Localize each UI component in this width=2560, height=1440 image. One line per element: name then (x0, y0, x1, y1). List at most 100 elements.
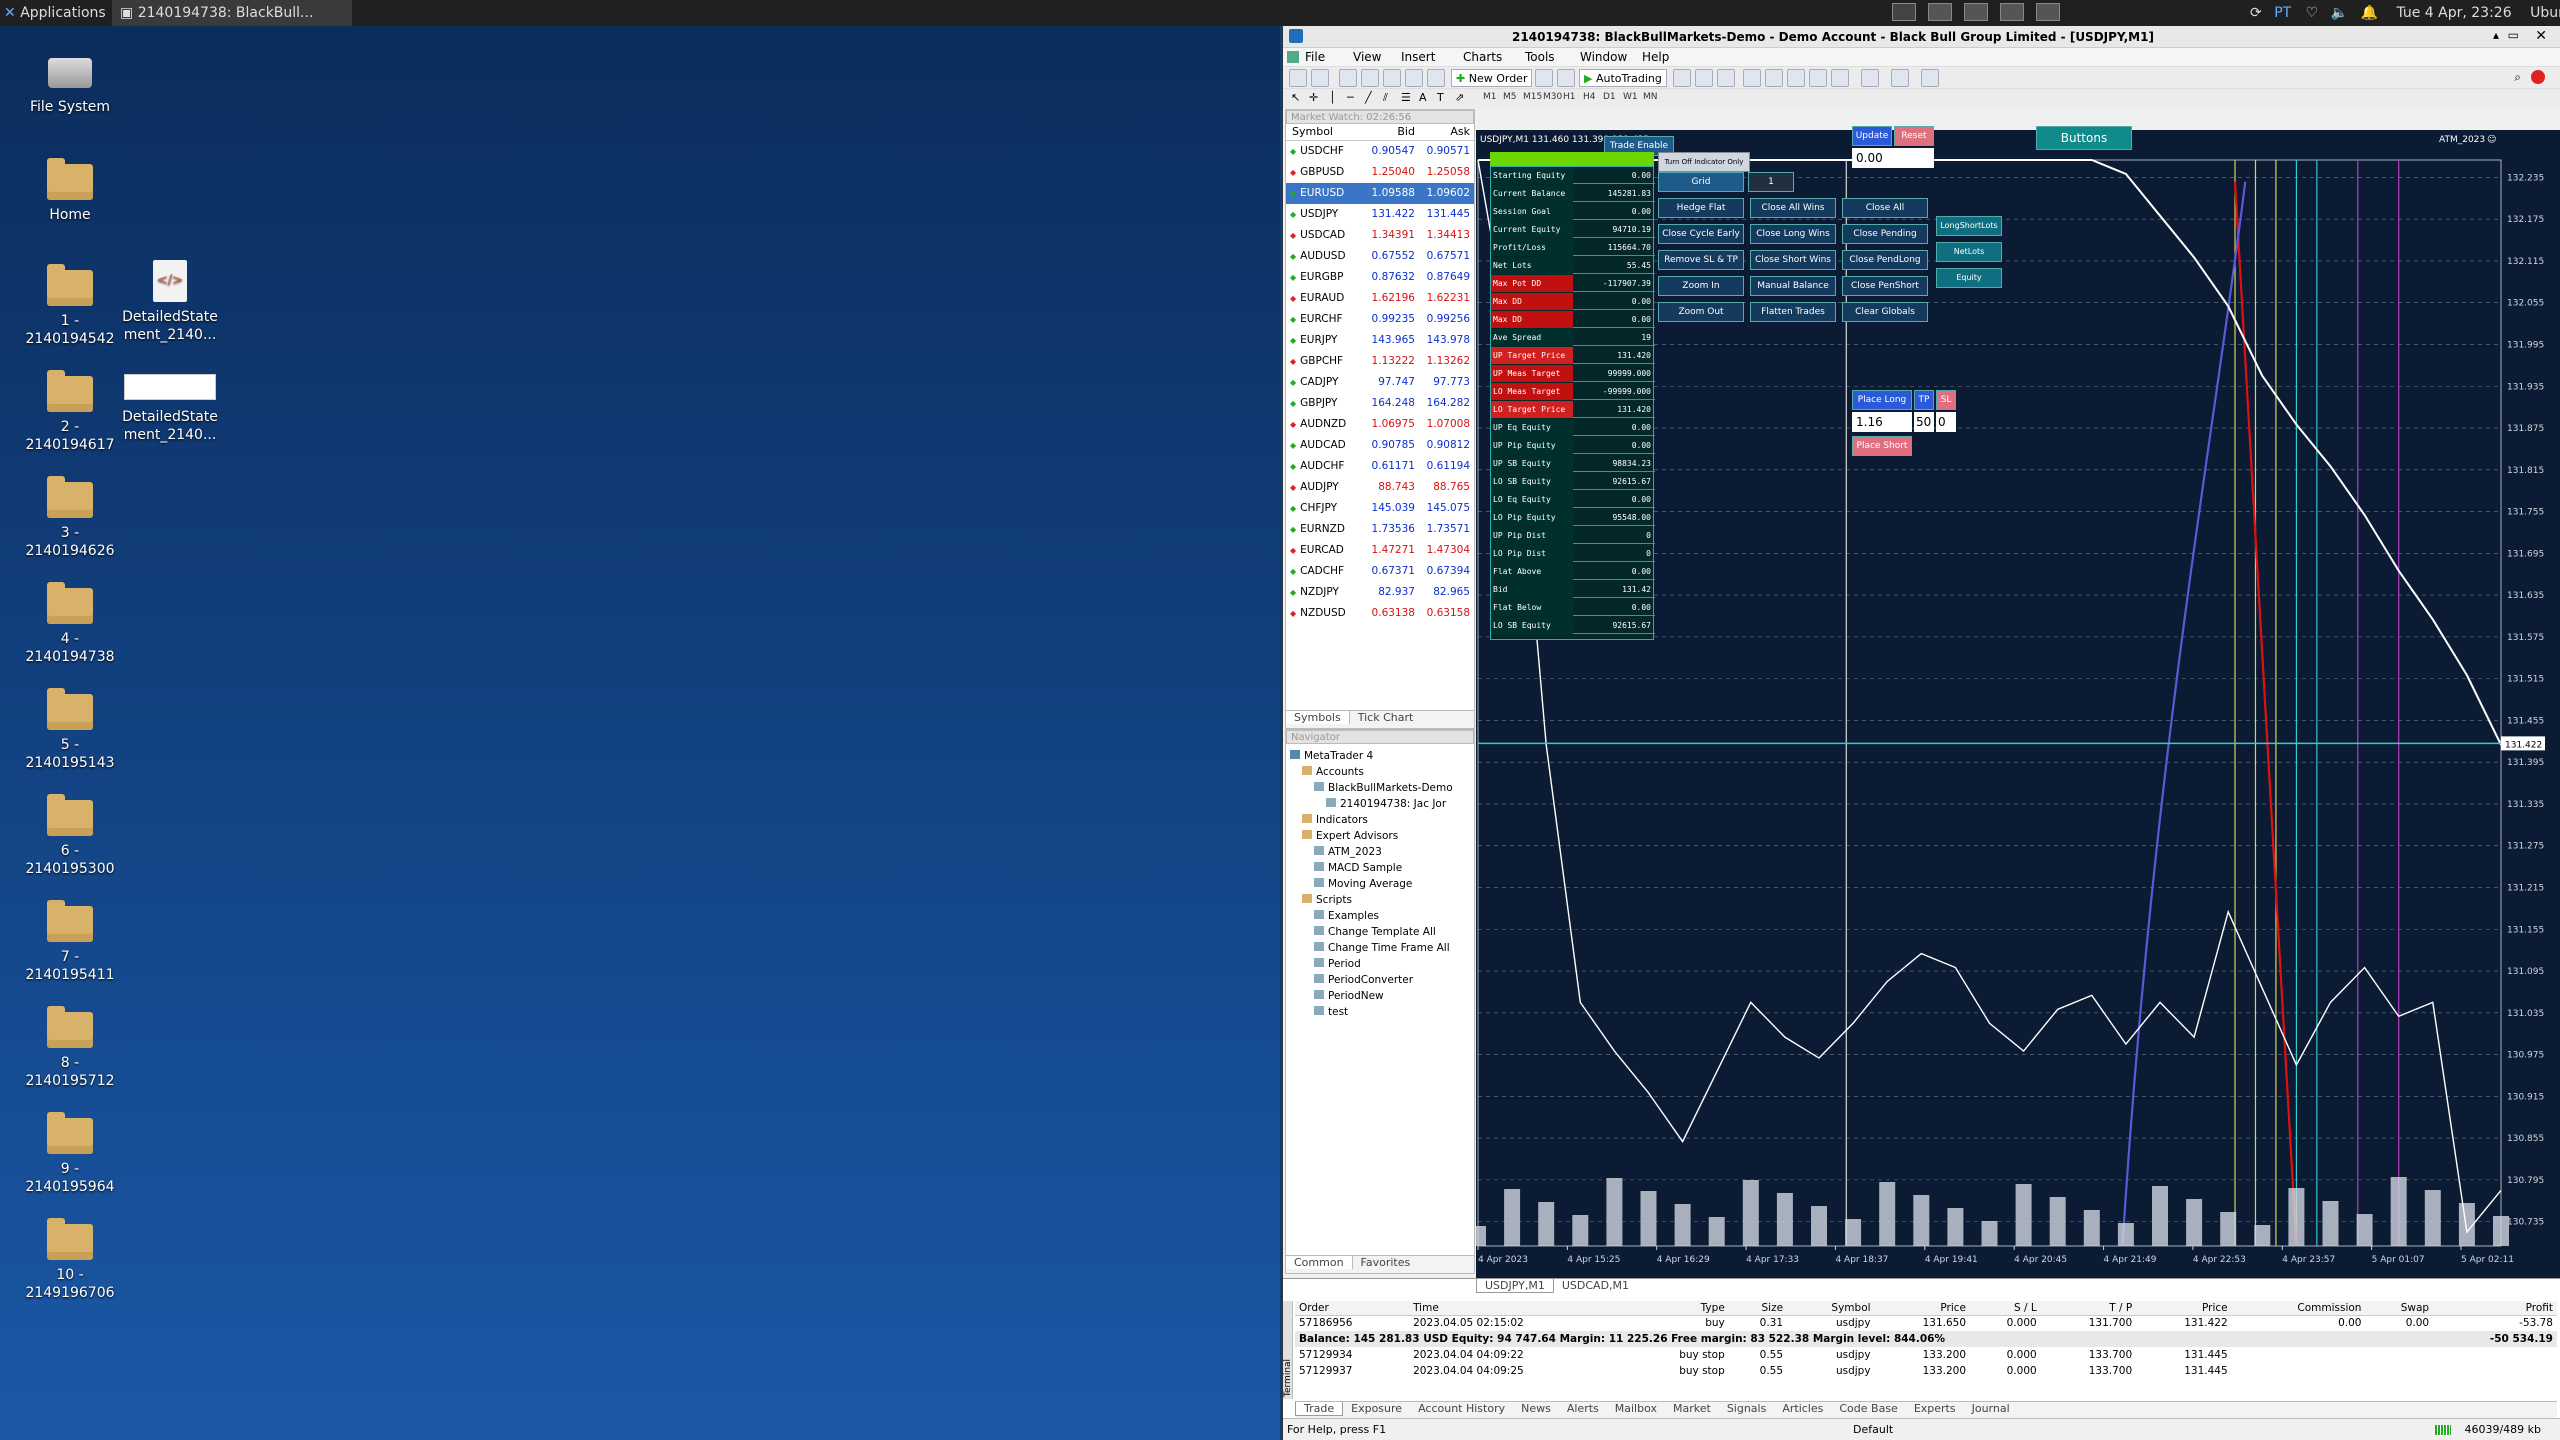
terminal-tab-mailbox[interactable]: Mailbox (1607, 1402, 1665, 1415)
workspace-5[interactable] (2036, 3, 2060, 21)
cursor-icon[interactable]: ↖ (1291, 91, 1300, 104)
autoscroll-icon[interactable] (1809, 69, 1827, 87)
workspace-switcher[interactable] (1886, 0, 2146, 26)
order-row[interactable]: 57129937 2023.04.04 04:09:25 buy stop 0.55 u… (1295, 1363, 2557, 1379)
market-watch-row[interactable]: ◆ EURJPY 143.965 143.978 (1286, 330, 1474, 351)
timeframe-m1[interactable]: M1 (1483, 92, 1497, 102)
place-long-button[interactable]: Place Long (1852, 390, 1912, 410)
search-icon[interactable]: ⌕ (2514, 70, 2521, 85)
navigator-item[interactable]: Period (1286, 956, 1474, 972)
ea-button[interactable]: Zoom In (1658, 276, 1744, 296)
zoom-in-icon[interactable] (1743, 69, 1761, 87)
orders-col-header[interactable]: Commission (2232, 1301, 2366, 1315)
market-watch-row[interactable]: ◆ AUDNZD 1.06975 1.07008 (1286, 414, 1474, 435)
ea-button[interactable]: Close Short Wins (1750, 250, 1836, 270)
market-watch-row[interactable]: ◆ USDJPY 131.422 131.445 (1286, 204, 1474, 225)
ea-button[interactable]: Hedge Flat (1658, 198, 1744, 218)
ea-button[interactable]: Flatten Trades (1750, 302, 1836, 322)
market-watch-row[interactable]: ◆ AUDJPY 88.743 88.765 (1286, 477, 1474, 498)
terminal-tab-journal[interactable]: Journal (1964, 1402, 2018, 1415)
terminal-tab-signals[interactable]: Signals (1719, 1402, 1775, 1415)
tester-icon[interactable] (1427, 69, 1445, 87)
orders-col-header[interactable]: Time (1409, 1301, 1629, 1315)
terminal-tab-news[interactable]: News (1513, 1402, 1559, 1415)
channel-icon[interactable]: ⫽ (1383, 91, 1388, 105)
indicators-icon[interactable] (1861, 69, 1879, 87)
menu-charts[interactable]: Charts (1463, 48, 1502, 66)
options-icon[interactable] (1557, 69, 1575, 87)
grid-button[interactable]: Grid (1658, 172, 1744, 192)
desktop-icon-folder[interactable]: 10 - 2149196706 (0, 1218, 140, 1302)
market-watch-row[interactable]: ◆ EURCAD 1.47271 1.47304 (1286, 540, 1474, 561)
timeframe-h4[interactable]: H4 (1583, 92, 1596, 102)
market-watch-row[interactable]: ◆ EURGBP 0.87632 0.87649 (1286, 267, 1474, 288)
orders-col-header[interactable]: Swap (2365, 1301, 2433, 1315)
tile-icon[interactable] (1787, 69, 1805, 87)
ea-button[interactable]: Close Long Wins (1750, 224, 1836, 244)
order-row[interactable]: 57186956 2023.04.05 02:15:02 buy 0.31 usdjpy… (1295, 1315, 2557, 1331)
volume-icon[interactable]: 🔈 (2331, 5, 2348, 21)
navigator-item[interactable]: MetaTrader 4 (1286, 748, 1474, 764)
timeframe-d1[interactable]: D1 (1603, 92, 1616, 102)
timeframe-w1[interactable]: W1 (1623, 92, 1638, 102)
market-watch-row[interactable]: ◆ AUDUSD 0.67552 0.67571 (1286, 246, 1474, 267)
col-ask[interactable]: Ask (1414, 124, 1474, 141)
market-watch-row[interactable]: ◆ USDCHF 0.90547 0.90571 (1286, 140, 1474, 162)
ea-button[interactable]: Close Cycle Early (1658, 224, 1744, 244)
orders-col-header[interactable]: Price (2136, 1301, 2231, 1315)
desktop-icon-folder[interactable]: 3 - 2140194626 (0, 476, 140, 560)
orders-col-header[interactable]: Symbol (1787, 1301, 1875, 1315)
market-watch-row[interactable]: ◆ NZDUSD 0.63138 0.63158 (1286, 603, 1474, 624)
navigator-item[interactable]: 2140194738: Jac Jor (1286, 796, 1474, 812)
market-watch-row[interactable]: ◆ EURUSD 1.09588 1.09602 (1286, 182, 1474, 204)
maximize-button[interactable]: ▭ (2508, 28, 2519, 42)
reset-button[interactable]: Reset (1894, 126, 1934, 146)
user-menu[interactable]: Ubuntu (2530, 5, 2560, 21)
ea-button[interactable]: Close Pending (1842, 224, 1928, 244)
navigator-item[interactable]: MACD Sample (1286, 860, 1474, 876)
profiles-icon[interactable] (1311, 69, 1329, 87)
notification-icon[interactable]: 🔔 (2361, 5, 2378, 21)
network-icon[interactable]: ♡ (2306, 5, 2319, 21)
orders-col-header[interactable]: Order (1295, 1301, 1409, 1315)
market-watch-row[interactable]: ◆ GBPJPY 164.248 164.282 (1286, 393, 1474, 414)
menu-tools[interactable]: Tools (1525, 48, 1555, 66)
templates-icon[interactable] (1921, 69, 1939, 87)
new-chart-icon[interactable] (1289, 69, 1307, 87)
update-button[interactable]: Update (1852, 126, 1892, 146)
place-short-button[interactable]: Place Short (1852, 436, 1912, 456)
label-icon[interactable]: T (1437, 91, 1444, 104)
autotrading-button[interactable]: ▶ AutoTrading (1579, 69, 1667, 87)
ea-button[interactable]: Remove SL & TP (1658, 250, 1744, 270)
vertical-line-icon[interactable]: │ (1329, 91, 1336, 104)
ea-button[interactable]: Close All (1842, 198, 1928, 218)
ea-side-button[interactable]: NetLots (1936, 242, 2002, 262)
terminal-tab-account-history[interactable]: Account History (1410, 1402, 1513, 1415)
ea-button[interactable]: Zoom Out (1658, 302, 1744, 322)
desktop-icon-folder[interactable]: 7 - 2140195411 (0, 900, 140, 984)
ea-button[interactable]: Close All Wins (1750, 198, 1836, 218)
terminal-tab-trade[interactable]: Trade (1295, 1402, 1344, 1416)
taskbar-window-button[interactable]: ▣ 2140194738: BlackBull... (112, 0, 352, 26)
navigator-item[interactable]: BlackBullMarkets-Demo (1286, 780, 1474, 796)
clock[interactable]: Tue 4 Apr, 23:26 (2396, 5, 2511, 21)
col-bid[interactable]: Bid (1360, 124, 1415, 141)
lots-input[interactable]: 1.16 (1852, 412, 1912, 432)
market-watch-icon[interactable] (1339, 69, 1357, 87)
terminal-icon[interactable] (1405, 69, 1423, 87)
navigator-item[interactable]: Indicators (1286, 812, 1474, 828)
orders-col-header[interactable]: Type (1629, 1301, 1728, 1315)
market-watch-row[interactable]: ◆ GBPUSD 1.25040 1.25058 (1286, 162, 1474, 183)
orders-col-header[interactable]: T / P (2041, 1301, 2136, 1315)
timeframe-mn[interactable]: MN (1643, 92, 1658, 102)
navigator-item[interactable]: Scripts (1286, 892, 1474, 908)
market-watch-row[interactable]: ◆ EURCHF 0.99235 0.99256 (1286, 309, 1474, 330)
ea-button[interactable]: Close PendLong (1842, 250, 1928, 270)
market-watch-row[interactable]: ◆ CHFJPY 145.039 145.075 (1286, 498, 1474, 519)
terminal-tab-alerts[interactable]: Alerts (1559, 1402, 1607, 1415)
turn-off-button[interactable]: Turn Off Indicator Only (1658, 152, 1750, 172)
timeframe-m5[interactable]: M5 (1503, 92, 1517, 102)
desktop-icon-folder[interactable]: 8 - 2140195712 (0, 1006, 140, 1090)
desktop-icon-folder[interactable]: 5 - 2140195143 (0, 688, 140, 772)
update-icon[interactable]: ⟳ (2250, 5, 2262, 21)
